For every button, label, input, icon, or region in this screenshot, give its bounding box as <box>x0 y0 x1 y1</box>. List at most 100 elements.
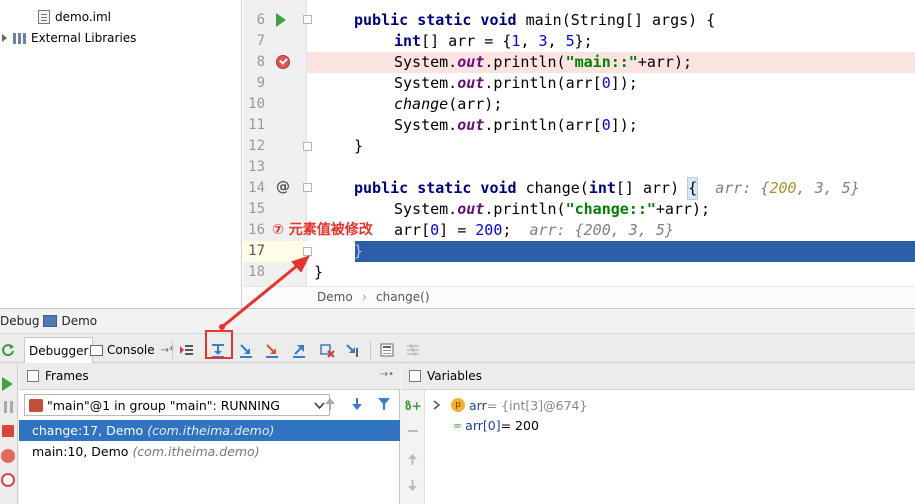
line-number: 8 <box>256 54 265 70</box>
tree-item-label: demo.iml <box>55 10 111 24</box>
console-icon <box>90 344 103 356</box>
stop-icon[interactable] <box>2 425 14 437</box>
variable-row[interactable]: ∞ arr[0] = 200 <box>453 415 539 435</box>
breadcrumb-method[interactable]: change() <box>376 290 430 304</box>
move-up-icon[interactable] <box>406 453 419 469</box>
debug-title-bar: Debug Demo <box>0 309 915 333</box>
library-icon <box>13 32 26 44</box>
step-over-highlight-box <box>205 330 233 359</box>
variable-row[interactable]: p arr = {int[3]@674} <box>433 395 587 415</box>
arrow-up-icon[interactable] <box>323 397 337 414</box>
file-icon <box>38 10 50 24</box>
fold-icon[interactable] <box>303 142 312 151</box>
code-line-7[interactable]: 7 int[] arr = {1, 3, 5}; <box>243 31 915 52</box>
debug-panel: Debug Demo Debugger Console →* Frames →•… <box>0 308 915 504</box>
breadcrumb: Demo › change() <box>243 286 915 308</box>
frame-package: (com.itheima.demo) <box>132 444 260 459</box>
expand-arrow-icon[interactable] <box>433 398 441 413</box>
tab-console[interactable]: Console →* <box>86 337 178 363</box>
arrow-down-icon[interactable] <box>350 397 364 414</box>
breakpoint-icon[interactable] <box>276 55 290 69</box>
code-line-8[interactable]: 8 System.out.println("main::"+arr); <box>243 52 915 73</box>
pause-icon[interactable] <box>3 401 15 413</box>
code-line-18[interactable]: 18 } <box>243 262 915 283</box>
thread-select[interactable]: "main"@1 in group "main": RUNNING <box>24 394 330 416</box>
debug-side-toolbar <box>0 363 18 504</box>
thread-select-value: "main"@1 in group "main": RUNNING <box>47 397 280 413</box>
tab-console-label: Console <box>107 343 155 357</box>
frame-package: (com.itheima.demo) <box>147 423 275 438</box>
code-line-11[interactable]: 11 System.out.println(arr[0]); <box>243 115 915 136</box>
annotation-label: ⑦ 元素值被修改 <box>272 222 373 238</box>
variables-side-toolbar: ზ+ <box>401 390 425 504</box>
code-line-14[interactable]: 14 @ public static void change(int[] arr… <box>243 177 915 200</box>
view-breakpoints-icon[interactable] <box>1 449 15 463</box>
frames-header: Frames →• <box>19 363 400 390</box>
resume-icon[interactable] <box>2 377 13 391</box>
run-icon[interactable] <box>276 13 286 27</box>
step-out-icon[interactable] <box>289 340 309 360</box>
frame-method: change:17, Demo <box>32 423 144 438</box>
variable-value: = {int[3]@674} <box>486 397 588 413</box>
code-line-17[interactable]: 17 } <box>243 241 915 262</box>
new-watch-icon[interactable]: ზ+ <box>405 399 422 413</box>
code-line-12[interactable]: 12 } <box>243 136 915 157</box>
line-number: 12 <box>248 138 265 154</box>
evaluate-expression-icon[interactable] <box>377 340 397 360</box>
fold-icon[interactable] <box>303 247 312 256</box>
watch-glasses-icon: ∞ <box>453 418 463 432</box>
line-number: 10 <box>248 96 265 112</box>
variable-name: arr <box>469 397 487 413</box>
drop-frame-icon[interactable] <box>317 340 337 360</box>
expand-arrow-icon[interactable] <box>2 34 7 42</box>
code-line-15[interactable]: 15 System.out.println("change::"+arr); <box>243 199 915 220</box>
code-editor[interactable]: 6 public static void main(String[] args)… <box>243 0 915 308</box>
tab-debugger[interactable]: Debugger <box>24 337 94 363</box>
line-number: 17 <box>248 243 265 259</box>
code-line-10[interactable]: 10 change(arr); <box>243 94 915 115</box>
at-sign-icon: @ <box>276 179 290 195</box>
tree-item-external-libraries[interactable]: External Libraries <box>2 28 136 48</box>
mute-breakpoints-icon[interactable] <box>1 473 15 487</box>
frames-pane: Frames →• "main"@1 in group "main": RUNN… <box>19 363 400 504</box>
variables-icon <box>409 370 421 382</box>
tree-item-demo-iml[interactable]: demo.iml <box>38 7 111 27</box>
line-number: 14 <box>248 180 265 196</box>
line-number: 13 <box>248 159 265 175</box>
pin-icon[interactable]: →• <box>380 369 394 380</box>
trace-icon[interactable] <box>403 340 423 360</box>
code-line-13[interactable]: 13 <box>243 157 915 178</box>
breadcrumb-class[interactable]: Demo <box>317 290 353 304</box>
frame-row[interactable]: main:10, Demo (com.itheima.demo) <box>19 441 400 462</box>
move-down-icon[interactable] <box>406 479 419 495</box>
debug-toolbar: Debugger Console →* <box>0 333 915 363</box>
step-into-icon[interactable] <box>236 340 256 360</box>
code-line-6[interactable]: 6 public static void main(String[] args)… <box>243 10 915 31</box>
run-config-icon <box>43 315 58 327</box>
variables-title: Variables <box>427 369 482 383</box>
fold-icon[interactable] <box>303 15 312 24</box>
thread-icon <box>29 398 43 412</box>
variables-header: Variables <box>401 363 915 390</box>
frame-row[interactable]: change:17, Demo (com.itheima.demo) <box>19 420 400 441</box>
show-execution-point-icon[interactable] <box>177 340 197 360</box>
debug-title: Debug <box>0 314 40 328</box>
line-number: 7 <box>256 33 265 49</box>
frame-method: main:10, Demo <box>32 444 129 459</box>
remove-watch-icon[interactable] <box>408 430 418 432</box>
rerun-icon[interactable] <box>0 340 18 360</box>
toolbar-separator <box>370 341 371 359</box>
filter-icon[interactable] <box>377 397 391 414</box>
force-step-into-icon[interactable] <box>262 340 282 360</box>
code-line-9[interactable]: 9 System.out.println(arr[0]); <box>243 73 915 94</box>
line-number: 6 <box>256 12 265 28</box>
run-to-cursor-icon[interactable] <box>343 340 363 360</box>
line-number: 16 <box>248 222 265 238</box>
tree-item-label: External Libraries <box>31 31 137 45</box>
variable-name: arr[0] <box>465 417 501 433</box>
run-config-name[interactable]: Demo <box>61 314 97 328</box>
parameter-icon: p <box>451 398 465 412</box>
line-number: 11 <box>248 117 265 133</box>
fold-icon[interactable] <box>303 183 312 192</box>
line-number: 15 <box>248 201 265 217</box>
